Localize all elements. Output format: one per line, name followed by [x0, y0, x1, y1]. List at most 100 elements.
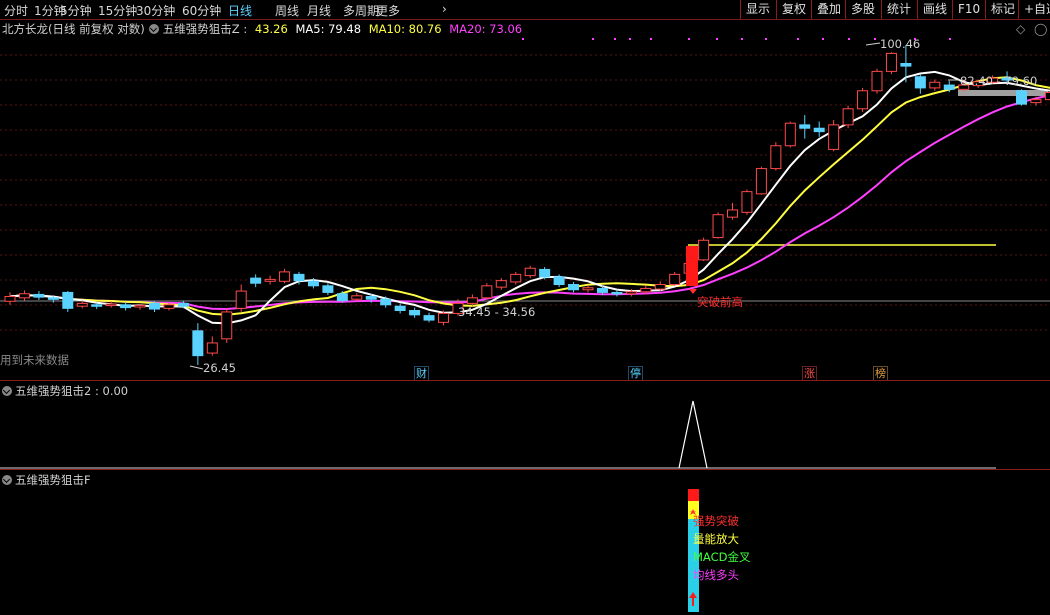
- candle-body: [365, 295, 377, 300]
- candle-body: [264, 278, 276, 282]
- signal-dot: [765, 38, 767, 40]
- candle-body: [900, 63, 912, 67]
- signal-dot: [874, 38, 876, 40]
- candle-body: [105, 303, 117, 307]
- current-price-bar: [958, 90, 1048, 96]
- signal-strong-breakout: 强势突破: [693, 514, 739, 528]
- low-label: 26.45: [203, 361, 236, 375]
- event-tag-list[interactable]: 榜: [873, 366, 888, 381]
- panel-divider: [0, 380, 1050, 381]
- candle-body: [495, 280, 507, 288]
- signal-dot: [716, 38, 718, 40]
- panel2-title: 五维强势狙击2 : 0.00: [15, 384, 129, 398]
- candle-body: [33, 293, 45, 298]
- candle-body: [813, 127, 825, 133]
- candle-body: [206, 342, 218, 354]
- event-tag-finance[interactable]: 财: [414, 366, 429, 381]
- signal-dot: [848, 38, 850, 40]
- candle-body: [524, 267, 536, 277]
- candle-body: [741, 191, 753, 213]
- candle-body: [192, 330, 204, 357]
- signal-dot: [522, 38, 524, 40]
- signal-volume-expand: 量能放大: [693, 532, 739, 546]
- candle-body: [784, 122, 796, 147]
- candle-body: [712, 214, 724, 239]
- candle-body: [120, 304, 132, 309]
- low-leader-line: [189, 365, 204, 370]
- panel2-toggle-icon[interactable]: [2, 386, 12, 396]
- candle-body: [727, 209, 738, 218]
- signal-bar-red: [688, 489, 699, 501]
- candle-body: [47, 297, 59, 300]
- panel3-toggle-icon[interactable]: [2, 475, 12, 485]
- candle-body: [943, 84, 955, 90]
- candle-body: [163, 304, 175, 309]
- candle-body: [539, 268, 551, 278]
- candle-body: [91, 304, 103, 307]
- candle-body: [568, 284, 580, 291]
- candle-body: [481, 285, 493, 299]
- candle-body: [221, 311, 233, 340]
- signal-ma-bull: 均线多头: [693, 568, 739, 582]
- signal-dot: [614, 38, 616, 40]
- panel3-title-row: 五维强势狙击F: [2, 472, 91, 488]
- signal-dot: [741, 38, 743, 40]
- candle-body: [582, 287, 594, 291]
- signal-dot: [650, 38, 652, 40]
- breakout-bar: [686, 246, 698, 286]
- signal-dot: [629, 38, 631, 40]
- candle-body: [235, 290, 247, 309]
- candle-body: [4, 295, 16, 302]
- candle-body: [510, 273, 522, 283]
- mid-range-label: 34.45 - 34.56: [458, 305, 536, 319]
- future-data-note: 用到未来数据: [0, 353, 69, 367]
- candle-body: [279, 271, 291, 282]
- candle-body: [177, 302, 189, 307]
- signal-macd-cross: MACD金叉: [693, 550, 751, 564]
- candle-body: [149, 302, 160, 310]
- candle-body: [380, 298, 392, 306]
- signal-dot: [688, 38, 690, 40]
- range-label: 82.40 - 79.60: [960, 74, 1038, 88]
- candle-body: [885, 52, 897, 72]
- panel-divider: [0, 469, 1050, 470]
- candle-body: [134, 304, 146, 308]
- high-leader-line: [865, 42, 881, 46]
- event-tag-limit-up[interactable]: 涨: [802, 366, 817, 381]
- candle-body: [1016, 90, 1027, 105]
- candle-body: [336, 293, 348, 302]
- event-tag-suspend[interactable]: 停: [628, 366, 643, 381]
- candle-body: [1044, 92, 1050, 101]
- candle-body: [438, 312, 449, 323]
- candle-body: [669, 273, 681, 286]
- breakout-arrow-icon: [689, 289, 697, 294]
- candle-body: [394, 305, 406, 311]
- candle-body: [322, 285, 334, 293]
- breakout-label: 突破前高: [697, 295, 743, 309]
- candle-body: [842, 108, 854, 126]
- candle-body: [640, 287, 652, 293]
- candle-body: [409, 309, 421, 316]
- candle-body: [929, 81, 941, 89]
- panel3-title: 五维强势狙击F: [15, 473, 91, 487]
- signal-dot: [592, 38, 594, 40]
- candle-body: [1030, 99, 1042, 104]
- candle-body: [828, 124, 840, 150]
- panel2-title-row: 五维强势狙击2 : 0.00: [2, 383, 128, 399]
- candle-body: [654, 284, 666, 290]
- candle-body: [18, 293, 30, 299]
- candle-body: [76, 302, 88, 307]
- candle-body: [698, 239, 710, 261]
- candle-body: [914, 76, 926, 89]
- candle-body: [611, 291, 623, 295]
- candle-body: [293, 273, 305, 282]
- candle-body: [62, 291, 74, 309]
- ma10-line: [9, 76, 1050, 316]
- candle-body: [857, 90, 869, 110]
- signal-dot: [949, 38, 951, 40]
- panel2-peak: [678, 400, 708, 469]
- candle-body: [466, 297, 478, 304]
- candle-body: [755, 168, 767, 195]
- candle-body: [250, 277, 262, 284]
- signal-dot: [822, 38, 824, 40]
